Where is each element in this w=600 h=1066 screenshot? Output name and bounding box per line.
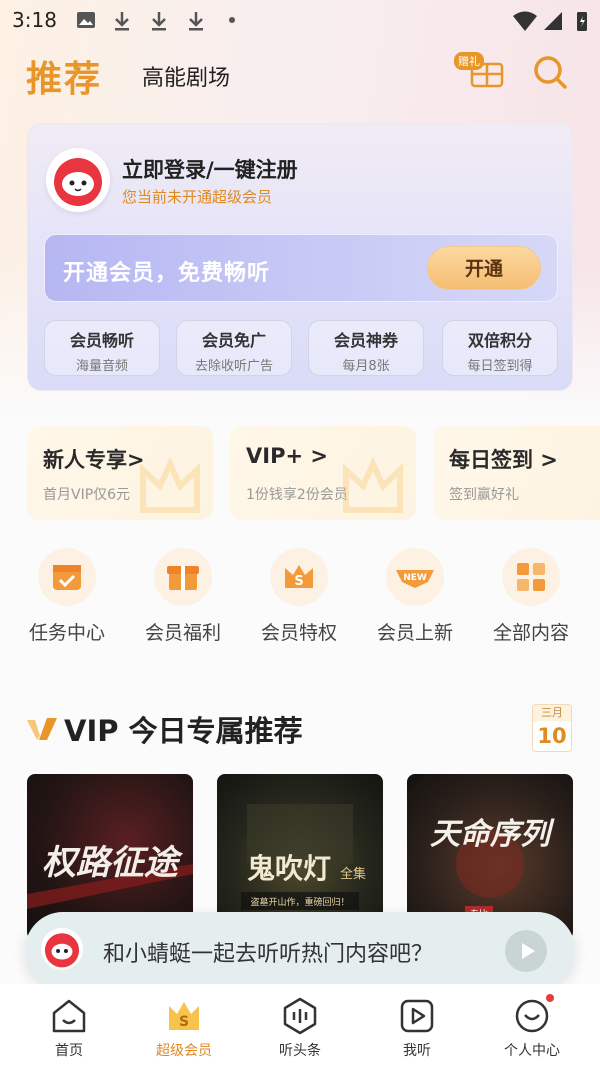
- daily-checkin-card[interactable]: 每日签到 > 签到赢好礼: [433, 426, 600, 520]
- svg-text:S: S: [294, 574, 303, 589]
- promo-text: 开通会员，免费畅听: [63, 261, 271, 286]
- vip-mark-icon: [27, 718, 57, 740]
- mascot-icon: [44, 933, 80, 968]
- card-subtitle: 签到赢好礼: [449, 487, 519, 503]
- date-badge: 三月 10: [532, 704, 572, 752]
- download-icon: [115, 12, 129, 31]
- gift-button[interactable]: 赠礼: [454, 50, 510, 90]
- nav-super-member[interactable]: S 超级会员: [139, 996, 229, 1060]
- card-title: VIP+ >: [246, 444, 328, 468]
- battery-icon: [577, 12, 587, 31]
- tab-theater[interactable]: 高能剧场: [142, 60, 230, 92]
- grid-squares-icon: [502, 548, 560, 606]
- more-notifications-dot-icon: [229, 17, 235, 23]
- prompt-message: 和小蜻蜓一起去听听热门内容吧？: [103, 942, 434, 967]
- svg-text:NEW: NEW: [403, 573, 427, 583]
- nav-label: 听头条: [279, 1043, 321, 1059]
- poster-extra: 全集: [340, 866, 366, 882]
- perk-listen[interactable]: 会员畅听 海量音频: [44, 320, 160, 376]
- poster-title: 权路征途: [42, 843, 184, 883]
- card-title: 新人专享>: [43, 448, 145, 472]
- perk-subtitle: 去除收听广告: [194, 359, 273, 374]
- download-icon: [189, 12, 203, 31]
- member-card: 立即登录/一键注册 您当前未开通超级会员 开通会员，免费畅听 开通 会员畅听 海…: [27, 123, 573, 391]
- grid-label: 会员特权: [260, 622, 337, 644]
- svg-text:S: S: [179, 1014, 189, 1030]
- signal-icon: [544, 12, 562, 30]
- new-badge-icon: NEW: [386, 548, 444, 606]
- perk-no-ads[interactable]: 会员免广 去除收听广告: [176, 320, 292, 376]
- card-title: 每日签到 >: [449, 448, 558, 472]
- crown-s-icon: S: [270, 548, 328, 606]
- card-subtitle: 首月VIP仅6元: [43, 487, 131, 503]
- newcomer-card[interactable]: 新人专享> 首月VIP仅6元: [27, 426, 213, 520]
- crown-decor-icon: [140, 456, 200, 513]
- wifi-icon: [513, 11, 537, 31]
- nav-profile[interactable]: 个人中心: [487, 992, 577, 1060]
- gift-box-icon: [154, 548, 212, 606]
- grid-label: 全部内容: [492, 622, 569, 644]
- member-privileges-item[interactable]: S 会员特权: [251, 548, 347, 645]
- nav-label: 超级会员: [156, 1043, 212, 1059]
- avatar[interactable]: [46, 148, 110, 212]
- grid-label: 任务中心: [28, 622, 105, 644]
- calendar-month: 三月: [533, 705, 571, 721]
- grid-label: 会员福利: [144, 622, 221, 644]
- nav-label: 我听: [403, 1043, 431, 1059]
- home-icon: [49, 996, 89, 1036]
- login-title[interactable]: 立即登录/一键注册: [122, 154, 298, 184]
- grid-label: 会员上新: [376, 622, 453, 644]
- perk-subtitle: 每日签到得: [467, 359, 533, 374]
- download-icon: [152, 12, 166, 31]
- tab-recommend[interactable]: 推荐: [26, 50, 102, 102]
- crown-decor-icon: [343, 456, 403, 513]
- image-notification-icon: [77, 12, 95, 28]
- open-vip-button[interactable]: 开通: [427, 246, 541, 290]
- member-new-item[interactable]: NEW 会员上新: [367, 548, 463, 645]
- nav-headlines[interactable]: 听头条: [255, 996, 345, 1060]
- calendar-check-icon: [38, 548, 96, 606]
- gift-badge: 赠礼: [454, 52, 484, 70]
- perk-title: 会员神券: [333, 331, 398, 350]
- status-time: 3:18: [12, 8, 57, 32]
- member-benefits-item[interactable]: 会员福利: [135, 548, 231, 645]
- vip-plus-card[interactable]: VIP+ > 1份钱享2份会员: [230, 426, 416, 520]
- mascot-avatar-icon: [54, 158, 102, 206]
- perk-subtitle: 海量音频: [75, 359, 128, 374]
- floating-prompt-bar[interactable]: 和小蜻蜓一起去听听热门内容吧？: [25, 912, 575, 988]
- poster-title: 天命序列: [430, 817, 555, 852]
- play-button[interactable]: [505, 930, 547, 972]
- member-status-text: 您当前未开通超级会员: [122, 188, 273, 206]
- search-icon[interactable]: [532, 54, 568, 90]
- poster-caption: 盗墓开山作，重磅回归！: [250, 896, 349, 908]
- vip-promo-banner[interactable]: 开通会员，免费畅听 开通: [44, 234, 558, 302]
- play-icon: [522, 943, 535, 959]
- nav-label: 首页: [55, 1043, 83, 1059]
- mascot-mini-avatar: [41, 928, 83, 970]
- perk-title: 双倍积分: [467, 331, 532, 350]
- perks-row: 会员畅听 海量音频 会员免广 去除收听广告 会员神券 每月8张 双倍积分 每日签…: [44, 320, 558, 376]
- status-bar: 3:18: [0, 0, 600, 42]
- perk-title: 会员免广: [201, 331, 266, 350]
- poster-title: 鬼吹灯: [247, 852, 331, 885]
- perk-double-points[interactable]: 双倍积分 每日签到得: [442, 320, 558, 376]
- profile-smile-icon: [512, 992, 556, 1036]
- crown-icon: S: [164, 996, 204, 1036]
- section-title: VIP 今日专属推荐: [64, 714, 303, 748]
- nav-label: 个人中心: [504, 1043, 560, 1059]
- bottom-nav: 首页 S 超级会员 听头条 我听 个人中心: [0, 984, 600, 1066]
- notification-dot: [544, 992, 556, 1004]
- calendar-day: 10: [537, 724, 567, 748]
- play-square-icon: [397, 996, 437, 1036]
- card-subtitle: 1份钱享2份会员: [246, 487, 348, 503]
- nav-my-listening[interactable]: 我听: [372, 996, 462, 1060]
- all-content-item[interactable]: 全部内容: [483, 548, 579, 645]
- audio-wave-icon: [280, 996, 320, 1036]
- task-center-item[interactable]: 任务中心: [19, 548, 115, 645]
- perk-coupons[interactable]: 会员神券 每月8张: [308, 320, 424, 376]
- nav-home[interactable]: 首页: [24, 996, 114, 1060]
- perk-subtitle: 每月8张: [342, 359, 390, 374]
- perk-title: 会员畅听: [69, 331, 134, 350]
